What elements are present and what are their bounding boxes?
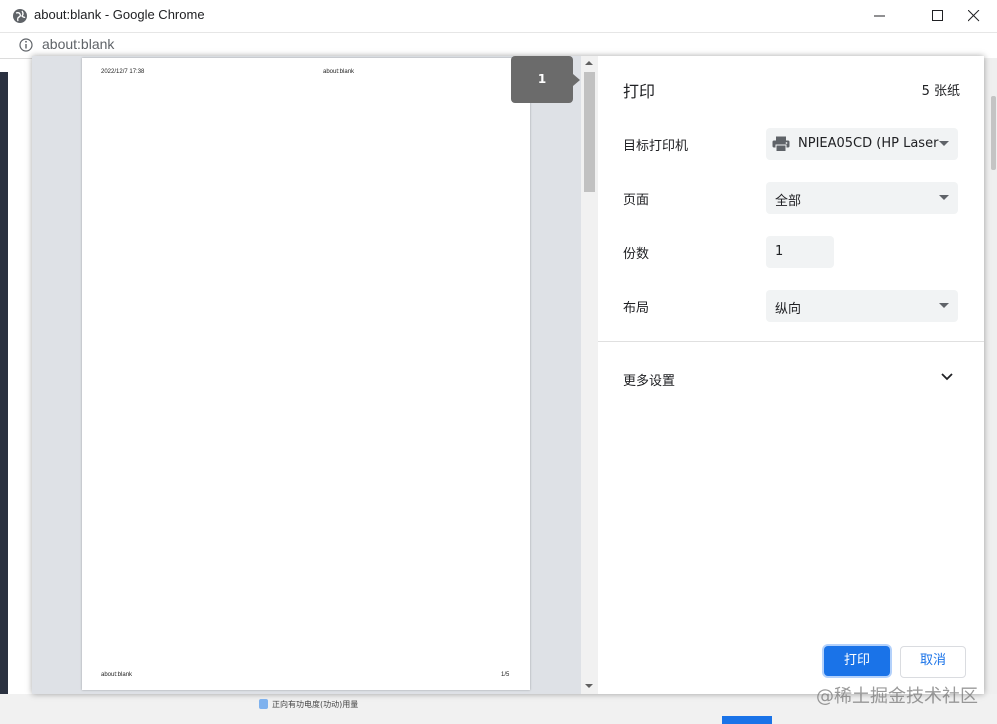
info-icon[interactable] xyxy=(19,38,33,52)
pages-select[interactable]: 全部 xyxy=(766,182,958,214)
page-background-left xyxy=(0,72,8,724)
cancel-button[interactable]: 取消 xyxy=(900,646,966,678)
copies-label: 份数 xyxy=(623,247,650,262)
title-bar: about:blank - Google Chrome xyxy=(0,0,997,33)
layout-label: 布局 xyxy=(623,301,650,316)
preview-footer-page: 1/5 xyxy=(501,672,510,678)
status-text: 正向有功电度(功动)用量 xyxy=(272,700,359,709)
dropdown-caret-icon xyxy=(939,141,949,146)
preview-page: 2022/12/7 17:38 about:blank about:blank … xyxy=(82,58,530,690)
address-url: about:blank xyxy=(42,36,115,52)
scroll-up-arrow-icon[interactable] xyxy=(585,61,593,65)
layout-value: 纵向 xyxy=(775,302,802,317)
section-divider xyxy=(598,341,984,342)
minimize-button[interactable] xyxy=(857,0,903,32)
copies-value: 1 xyxy=(775,244,784,259)
close-icon xyxy=(968,10,980,22)
preview-header-title: about:blank xyxy=(323,69,355,75)
copies-input[interactable]: 1 xyxy=(766,236,834,268)
dropdown-caret-icon xyxy=(939,303,949,308)
minimize-icon xyxy=(874,15,885,17)
layout-select[interactable]: 纵向 xyxy=(766,290,958,322)
print-settings-panel: 打印 5 张纸 目标打印机 NPIEA05CD (HP Laser 页面 全部 … xyxy=(598,56,984,694)
status-square-icon xyxy=(259,699,268,709)
chevron-down-icon[interactable] xyxy=(940,372,954,382)
watermark: @稀土掘金技术社区 xyxy=(816,686,978,707)
window-title: about:blank - Google Chrome xyxy=(34,7,205,22)
preview-footer-url: about:blank xyxy=(101,672,133,678)
print-dialog: 2022/12/7 17:38 about:blank about:blank … xyxy=(32,56,984,694)
dropdown-caret-icon xyxy=(939,195,949,200)
dialog-title: 打印 xyxy=(623,82,656,101)
preview-scrollbar-thumb[interactable] xyxy=(584,72,595,192)
destination-label: 目标打印机 xyxy=(623,139,689,154)
maximize-icon xyxy=(932,10,943,21)
page-number-badge: 1 xyxy=(511,56,573,103)
preview-scrollbar[interactable] xyxy=(581,56,598,694)
print-button[interactable]: 打印 xyxy=(824,646,890,676)
more-settings-toggle[interactable]: 更多设置 xyxy=(623,370,675,389)
globe-icon xyxy=(13,9,27,23)
preview-header-datetime: 2022/12/7 17:38 xyxy=(101,69,145,75)
print-preview-area: 2022/12/7 17:38 about:blank about:blank … xyxy=(32,56,598,694)
printer-icon xyxy=(772,136,790,152)
sheet-count: 5 张纸 xyxy=(921,84,960,99)
page-scrollbar-thumb[interactable] xyxy=(991,96,996,170)
pages-value: 全部 xyxy=(775,194,802,209)
page-badge-pointer xyxy=(573,74,580,86)
close-button[interactable] xyxy=(951,0,997,32)
destination-value: NPIEA05CD (HP Laser xyxy=(798,136,939,151)
pages-label: 页面 xyxy=(623,193,650,208)
destination-select[interactable]: NPIEA05CD (HP Laser xyxy=(766,128,958,160)
scroll-down-arrow-icon[interactable] xyxy=(585,684,593,688)
background-button-edge xyxy=(722,716,772,724)
